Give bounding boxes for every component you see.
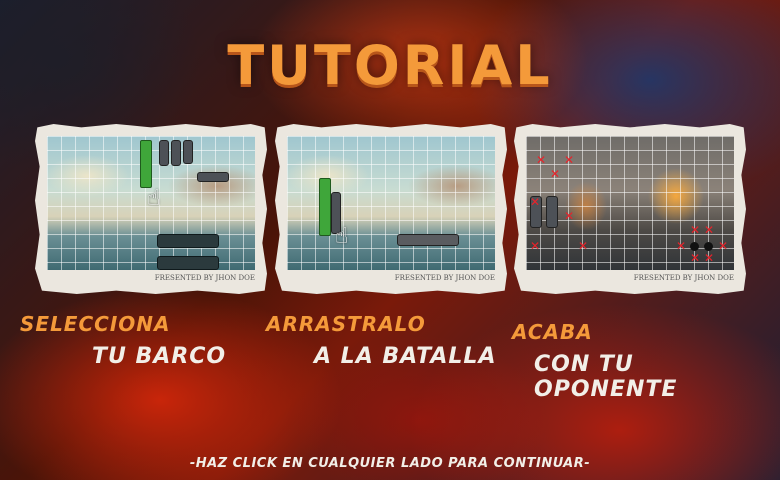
hit-x-icon: ✕ [578, 239, 589, 253]
hit-x-icon: ✕ [676, 239, 687, 253]
hit-x-icon: ✕ [564, 153, 575, 167]
step-1-label: SELECCIONA [20, 312, 171, 336]
page-title: TUTORIAL [227, 34, 553, 97]
tutorial-card-select: ☝ FRESENTED BY JHON DOE [35, 124, 267, 294]
screenshot-select-ship: ☝ [47, 136, 255, 270]
tutorial-card-attack: ✕ ✕ ✕ ✕ ✕ ✕ ✕ ✕ ✕ ✕ ✕ ✕ ✕ FRESENTED BY J… [514, 124, 746, 294]
card-caption: FRESENTED BY JHON DOE [154, 274, 255, 282]
ship-option [183, 140, 193, 164]
hit-x-icon: ✕ [704, 223, 715, 237]
hit-x-icon: ✕ [718, 239, 729, 253]
ship-option [159, 140, 169, 166]
step-1-subtitle: TU BARCO [92, 344, 227, 369]
hit-x-icon: ✕ [564, 209, 575, 223]
pointer-hand-icon: ☝ [335, 224, 349, 249]
dragged-ship [319, 178, 331, 236]
bomb-icon [704, 242, 713, 251]
pointer-hand-icon: ☝ [147, 186, 161, 211]
selected-ship [140, 140, 152, 188]
hit-x-icon: ✕ [530, 239, 541, 253]
ship-option [171, 140, 181, 166]
step-3-subtitle: CON TU OPONENTE [534, 352, 678, 402]
ship-panel [157, 234, 219, 248]
hit-x-icon: ✕ [704, 251, 715, 265]
tutorial-card-drag: ☝ FRESENTED BY JHON DOE [275, 124, 507, 294]
screenshot-battle: ✕ ✕ ✕ ✕ ✕ ✕ ✕ ✕ ✕ ✕ ✕ ✕ ✕ [526, 136, 734, 270]
step-2-subtitle: A LA BATALLA [314, 344, 497, 369]
hit-x-icon: ✕ [690, 251, 701, 265]
card-caption: FRESENTED BY JHON DOE [394, 274, 495, 282]
hit-x-icon: ✕ [530, 195, 541, 209]
enemy-airship [397, 234, 459, 246]
screenshot-drag-ship: ☝ [287, 136, 495, 270]
hit-x-icon: ✕ [690, 223, 701, 237]
continue-prompt[interactable]: -HAZ CLICK EN CUALQUIER LADO PARA CONTIN… [0, 456, 780, 471]
step-3-label: ACABA [512, 320, 593, 344]
hit-x-icon: ✕ [550, 167, 561, 181]
bomb-icon [690, 242, 699, 251]
player-ship [546, 196, 558, 228]
hit-x-icon: ✕ [536, 153, 547, 167]
step-2-label: ARRASTRALO [266, 312, 426, 336]
ship-option [197, 172, 229, 182]
ship-panel [157, 256, 219, 270]
tutorial-screen[interactable]: { "title": "TUTORIAL", "steps": [ {"labe… [0, 0, 780, 480]
card-caption: FRESENTED BY JHON DOE [633, 274, 734, 282]
